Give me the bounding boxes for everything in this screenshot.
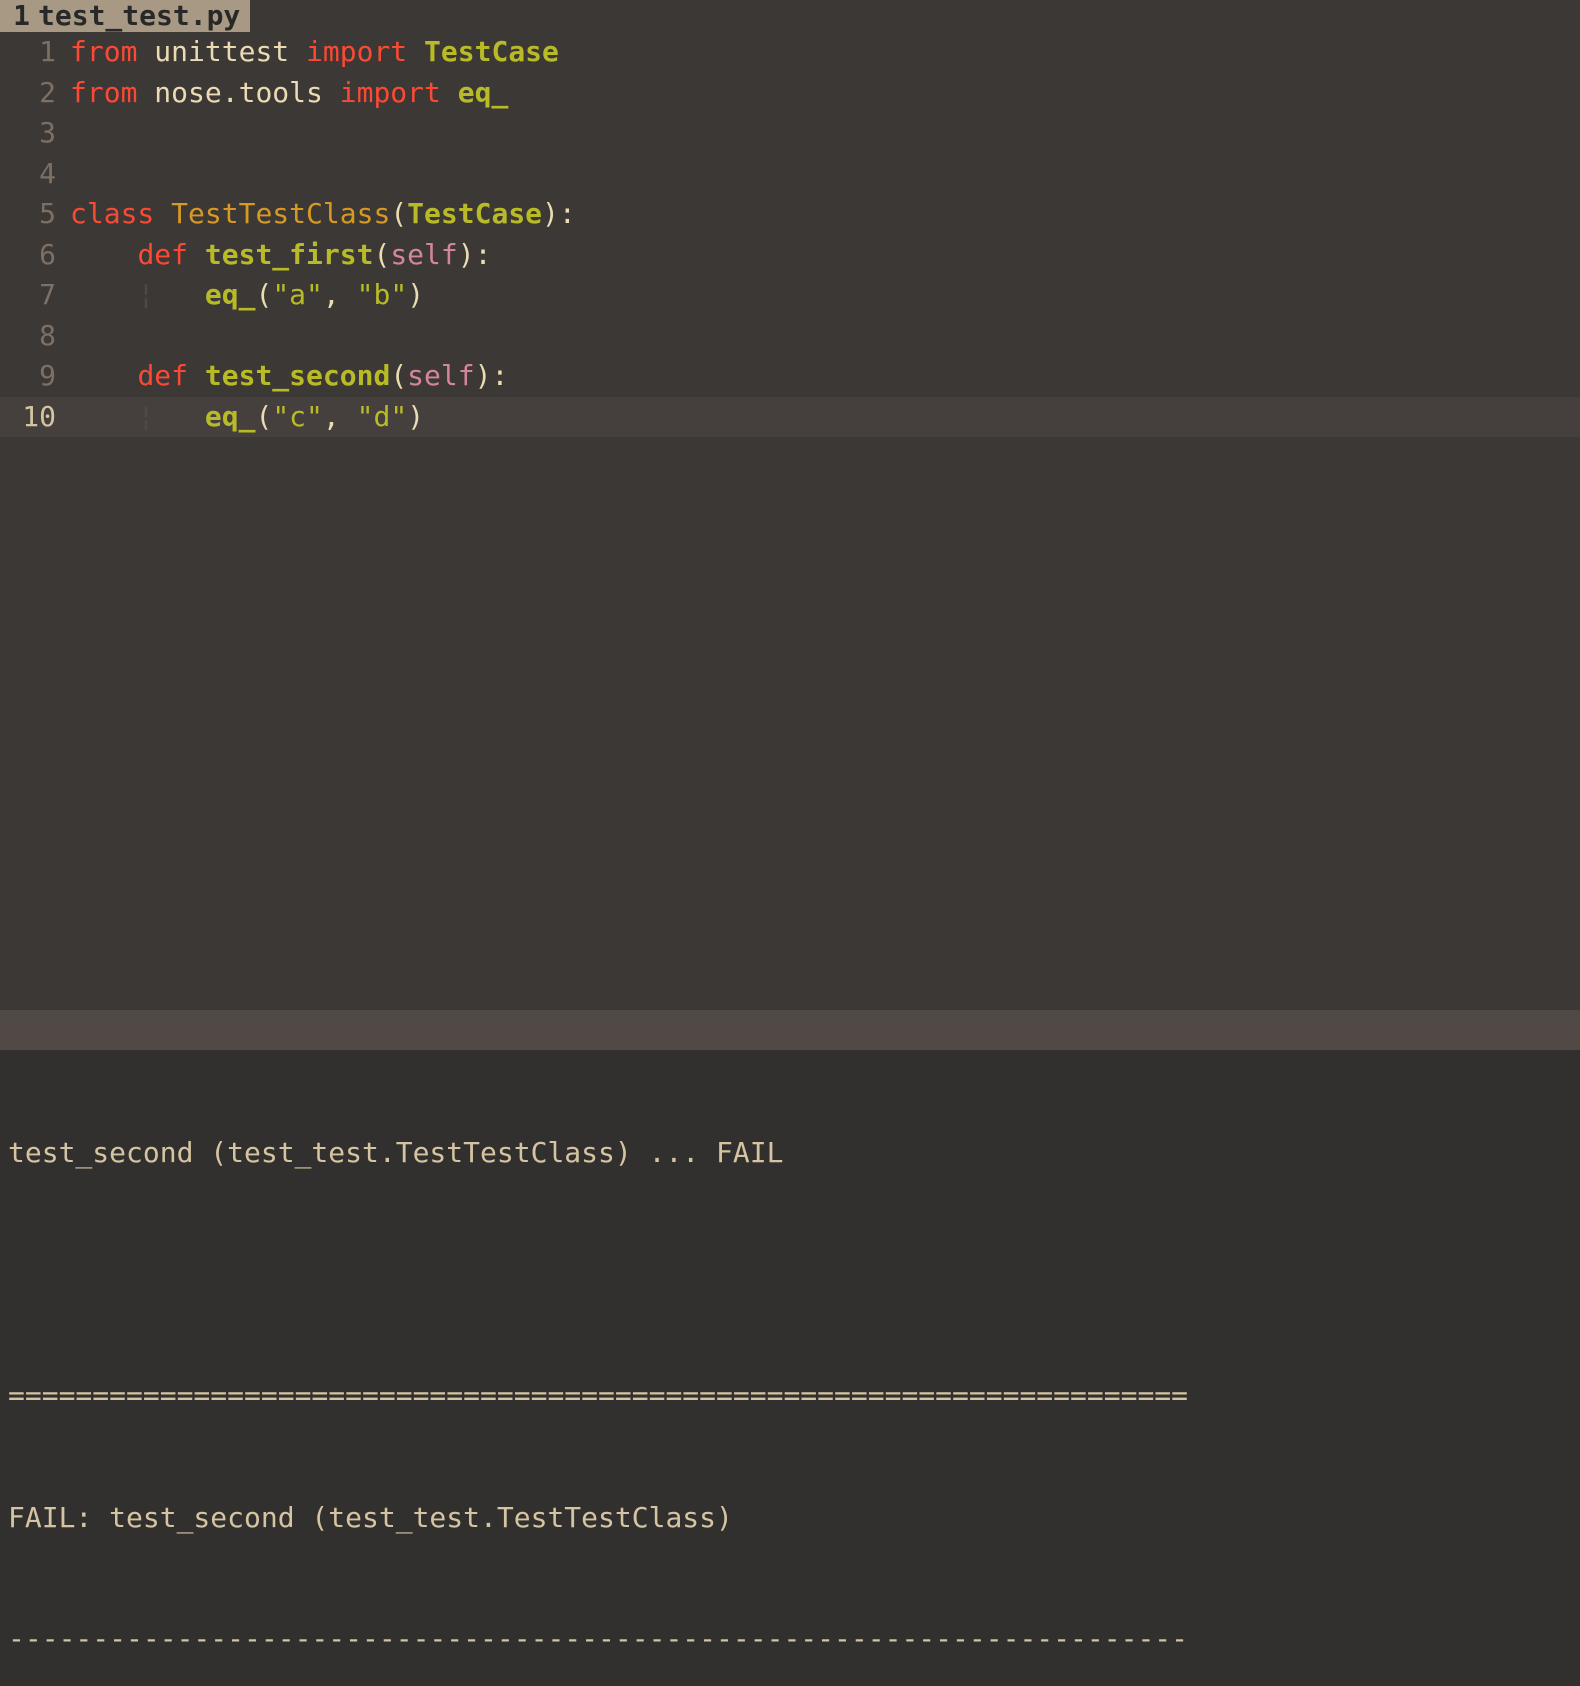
module: nose.tools bbox=[154, 76, 323, 109]
call-name: eq_ bbox=[205, 278, 256, 311]
imported-name: TestCase bbox=[424, 35, 559, 68]
punct: ( bbox=[255, 400, 272, 433]
self: self bbox=[390, 238, 457, 271]
terminal-line: ========================================… bbox=[8, 1376, 1572, 1417]
line-number: 9 bbox=[0, 356, 70, 397]
code-line[interactable]: 1 from unittest import TestCase bbox=[0, 32, 1580, 73]
line-number: 6 bbox=[0, 235, 70, 276]
punct: ) bbox=[407, 278, 424, 311]
indent-guide: ¦ bbox=[137, 278, 204, 311]
punct: : bbox=[491, 359, 508, 392]
kw-class: class bbox=[70, 197, 154, 230]
indent bbox=[70, 359, 137, 392]
function-name: test_first bbox=[205, 238, 374, 271]
code-line[interactable]: 5 class TestTestClass(TestCase): bbox=[0, 194, 1580, 235]
terminal-line bbox=[8, 1255, 1572, 1296]
punct: ) bbox=[542, 197, 559, 230]
punct: , bbox=[323, 278, 357, 311]
tab-index: 1 bbox=[6, 0, 30, 36]
line-number: 1 bbox=[0, 32, 70, 73]
indent bbox=[70, 238, 137, 271]
code-empty-area[interactable] bbox=[0, 437, 1580, 1010]
imported-name: eq_ bbox=[458, 76, 509, 109]
function-name: test_second bbox=[205, 359, 390, 392]
kw-def: def bbox=[137, 238, 188, 271]
editor-root: 1 test_test.py 1 from unittest import Te… bbox=[0, 0, 1580, 1686]
string: "d" bbox=[357, 400, 408, 433]
base-class: TestCase bbox=[407, 197, 542, 230]
punct: ( bbox=[255, 278, 272, 311]
terminal-output[interactable]: test_second (test_test.TestTestClass) ..… bbox=[0, 1050, 1580, 1686]
tab-filename: test_test.py bbox=[38, 0, 240, 36]
code-area[interactable]: 1 from unittest import TestCase 2 from n… bbox=[0, 32, 1580, 1010]
line-number: 3 bbox=[0, 113, 70, 154]
indent-guide: ¦ bbox=[137, 400, 204, 433]
call-name: eq_ bbox=[205, 400, 256, 433]
line-number: 5 bbox=[0, 194, 70, 235]
code-line[interactable]: 9 def test_second(self): bbox=[0, 356, 1580, 397]
string: "b" bbox=[357, 278, 408, 311]
kw-def: def bbox=[137, 359, 188, 392]
code-line[interactable]: 3 bbox=[0, 113, 1580, 154]
line-number: 10 bbox=[0, 397, 70, 438]
punct: ( bbox=[373, 238, 390, 271]
punct: ( bbox=[390, 359, 407, 392]
punct: : bbox=[475, 238, 492, 271]
code-line-current[interactable]: 10 ¦ eq_("c", "d") bbox=[0, 397, 1580, 438]
code-line[interactable]: 4 bbox=[0, 154, 1580, 195]
status-line bbox=[0, 1010, 1580, 1050]
terminal-line: FAIL: test_second (test_test.TestTestCla… bbox=[8, 1498, 1572, 1539]
line-number: 2 bbox=[0, 73, 70, 114]
kw-from: from bbox=[70, 76, 137, 109]
punct: : bbox=[559, 197, 576, 230]
code-line[interactable]: 8 bbox=[0, 316, 1580, 357]
string: "c" bbox=[272, 400, 323, 433]
code-line[interactable]: 2 from nose.tools import eq_ bbox=[0, 73, 1580, 114]
self: self bbox=[407, 359, 474, 392]
punct: ) bbox=[475, 359, 492, 392]
class-name: TestTestClass bbox=[171, 197, 390, 230]
indent bbox=[70, 400, 137, 433]
code-line[interactable]: 7 ¦ eq_("a", "b") bbox=[0, 275, 1580, 316]
punct: ) bbox=[458, 238, 475, 271]
line-number: 7 bbox=[0, 275, 70, 316]
kw-import: import bbox=[306, 35, 407, 68]
terminal-line: ----------------------------------------… bbox=[8, 1619, 1572, 1660]
punct: , bbox=[323, 400, 357, 433]
line-number: 8 bbox=[0, 316, 70, 357]
indent bbox=[70, 278, 137, 311]
terminal-line: test_second (test_test.TestTestClass) ..… bbox=[8, 1133, 1572, 1174]
kw-from: from bbox=[70, 35, 137, 68]
punct: ) bbox=[407, 400, 424, 433]
kw-import: import bbox=[340, 76, 441, 109]
string: "a" bbox=[272, 278, 323, 311]
tab-active[interactable]: 1 test_test.py bbox=[0, 0, 250, 32]
tab-bar: 1 test_test.py bbox=[0, 0, 1580, 32]
punct: ( bbox=[390, 197, 407, 230]
line-number: 4 bbox=[0, 154, 70, 195]
code-line[interactable]: 6 def test_first(self): bbox=[0, 235, 1580, 276]
module: unittest bbox=[154, 35, 289, 68]
